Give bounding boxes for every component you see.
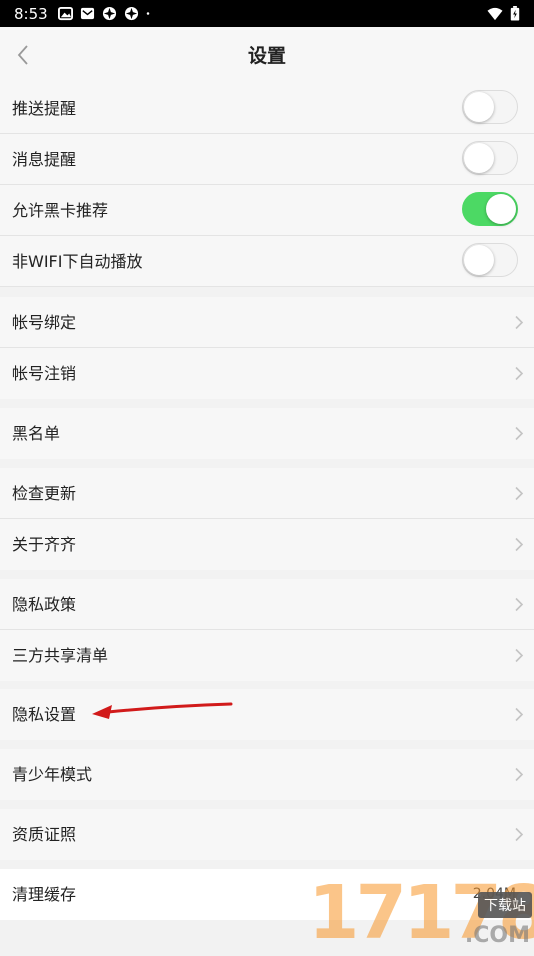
privacy-policy-row[interactable]: 隐私政策 [0,579,534,630]
third-party-list-label: 三方共享清单 [12,646,109,665]
qualification-row[interactable]: 资质证照 [0,809,534,860]
chevron-right-icon [515,707,524,722]
push-reminder-row: 推送提醒 [0,83,534,134]
non-wifi-autoplay-row: 非WIFI下自动播放 [0,236,534,287]
black-card-recommend-row: 允许黑卡推荐 [0,185,534,236]
page-title: 设置 [247,45,286,67]
push-reminder-label: 推送提醒 [12,99,77,118]
status-notification-icons [57,6,154,21]
about-label: 关于齐齐 [12,535,77,554]
app-icon [102,6,116,21]
third-party-list-row[interactable]: 三方共享清单 [0,630,534,681]
non-wifi-autoplay-label: 非WIFI下自动播放 [12,252,143,271]
blacklist-row[interactable]: 黑名单 [0,408,534,459]
chevron-right-icon [515,767,524,782]
privacy-settings-label: 隐私设置 [12,705,77,724]
privacy-policy-label: 隐私政策 [12,595,77,614]
watermark-logo: 17178 下载站 .COM [308,870,534,956]
dot-icon [146,12,149,15]
blacklist-label: 黑名单 [12,424,61,443]
push-reminder-toggle[interactable] [462,90,518,124]
annotation-arrow-icon [92,702,233,719]
nav-bar: 设置 [0,27,534,83]
youth-mode-row[interactable]: 青少年模式 [0,749,534,800]
youth-mode-label: 青少年模式 [12,765,93,784]
watermark-tag: 下载站 [478,892,532,918]
watermark-domain: .COM [464,923,530,948]
toggle-knob [464,92,494,122]
chevron-right-icon [515,537,524,552]
message-reminder-row: 消息提醒 [0,134,534,185]
account-cancel-label: 帐号注销 [12,364,77,383]
message-reminder-label: 消息提醒 [12,150,77,169]
non-wifi-autoplay-toggle[interactable] [462,243,518,277]
account-bind-row[interactable]: 帐号绑定 [0,297,534,348]
about-row[interactable]: 关于齐齐 [0,519,534,570]
qualification-label: 资质证照 [12,825,77,844]
chevron-right-icon [515,366,524,381]
toggle-knob [464,245,494,275]
status-system-icons [486,6,520,21]
mail-icon [80,7,94,20]
black-card-recommend-label: 允许黑卡推荐 [12,201,109,220]
account-cancel-row[interactable]: 帐号注销 [0,348,534,399]
status-time: 8:53 [14,4,48,23]
chevron-right-icon [515,827,524,842]
privacy-settings-row[interactable]: 隐私设置 [0,689,534,740]
toggle-knob [464,143,494,173]
check-update-label: 检查更新 [12,484,77,503]
check-update-row[interactable]: 检查更新 [0,468,534,519]
message-reminder-toggle[interactable] [462,141,518,175]
app-icon [124,6,138,21]
status-bar: 8:53 [0,0,534,27]
battery-icon [510,6,520,21]
clear-cache-label: 清理缓存 [12,885,77,904]
chevron-right-icon [515,597,524,612]
black-card-recommend-toggle[interactable] [462,192,518,226]
wifi-icon [487,7,503,21]
toggle-knob [486,194,516,224]
chevron-right-icon [515,426,524,441]
chevron-right-icon [515,648,524,663]
chevron-right-icon [515,315,524,330]
gallery-icon [57,6,73,21]
chevron-right-icon [515,486,524,501]
account-bind-label: 帐号绑定 [12,313,77,332]
